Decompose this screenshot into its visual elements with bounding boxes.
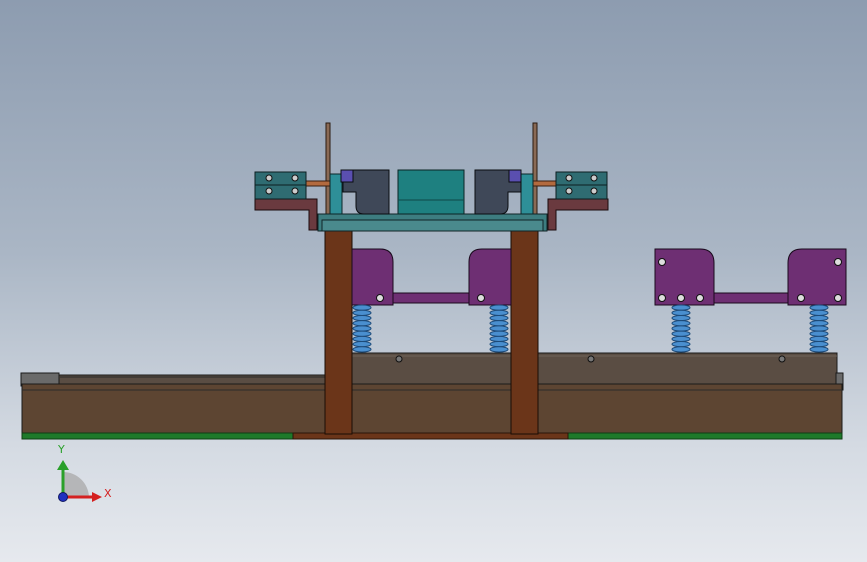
purple-link-bar bbox=[713, 292, 789, 304]
left-clamp-accent bbox=[340, 169, 354, 183]
left-post bbox=[325, 122, 331, 219]
coordinate-triad bbox=[57, 460, 102, 502]
screw-head bbox=[395, 355, 403, 363]
rotation-arc bbox=[63, 472, 89, 497]
compression-spring bbox=[489, 304, 509, 353]
bolt bbox=[658, 258, 666, 266]
center-teal-block bbox=[397, 169, 465, 215]
base-assembly bbox=[20, 352, 844, 440]
screw-head bbox=[587, 355, 595, 363]
left-column bbox=[324, 227, 353, 435]
compression-spring bbox=[809, 304, 829, 353]
bolt bbox=[797, 294, 805, 302]
right-post bbox=[532, 122, 538, 219]
bolt bbox=[677, 294, 685, 302]
bolt bbox=[696, 294, 704, 302]
right-maroon-plate bbox=[547, 198, 609, 231]
left-maroon-plate bbox=[254, 198, 318, 231]
y-axis-label: Y bbox=[58, 443, 65, 456]
z-axis-dot bbox=[58, 492, 68, 502]
compression-spring bbox=[352, 304, 372, 353]
spring-pad-group-left bbox=[351, 248, 512, 306]
spring-pad-group-right bbox=[654, 248, 847, 306]
fixture-under-plate bbox=[321, 219, 544, 232]
cad-viewport[interactable]: Y X bbox=[0, 0, 867, 562]
compression-springs bbox=[352, 304, 829, 353]
right-clamp-accent bbox=[508, 169, 522, 183]
bolt bbox=[376, 294, 384, 302]
y-axis-arrow bbox=[57, 460, 69, 470]
assembly-drawing bbox=[20, 122, 847, 502]
compression-spring bbox=[671, 304, 691, 353]
x-axis-label: X bbox=[104, 487, 112, 500]
bolt bbox=[834, 294, 842, 302]
bolt bbox=[477, 294, 485, 302]
bolt bbox=[658, 294, 666, 302]
purple-block bbox=[468, 248, 512, 306]
base-body bbox=[21, 383, 843, 435]
x-axis-arrow bbox=[92, 492, 102, 502]
screw-head bbox=[778, 355, 786, 363]
purple-link-bar bbox=[392, 292, 470, 304]
bolt bbox=[834, 258, 842, 266]
right-inner-guide bbox=[520, 173, 534, 215]
right-column bbox=[510, 227, 539, 435]
left-copper-rod bbox=[304, 180, 334, 187]
right-slide-block bbox=[351, 352, 838, 385]
top-fixture bbox=[254, 122, 609, 232]
left-inner-guide bbox=[329, 173, 343, 215]
right-copper-rod bbox=[529, 180, 559, 187]
purple-block bbox=[351, 248, 394, 306]
